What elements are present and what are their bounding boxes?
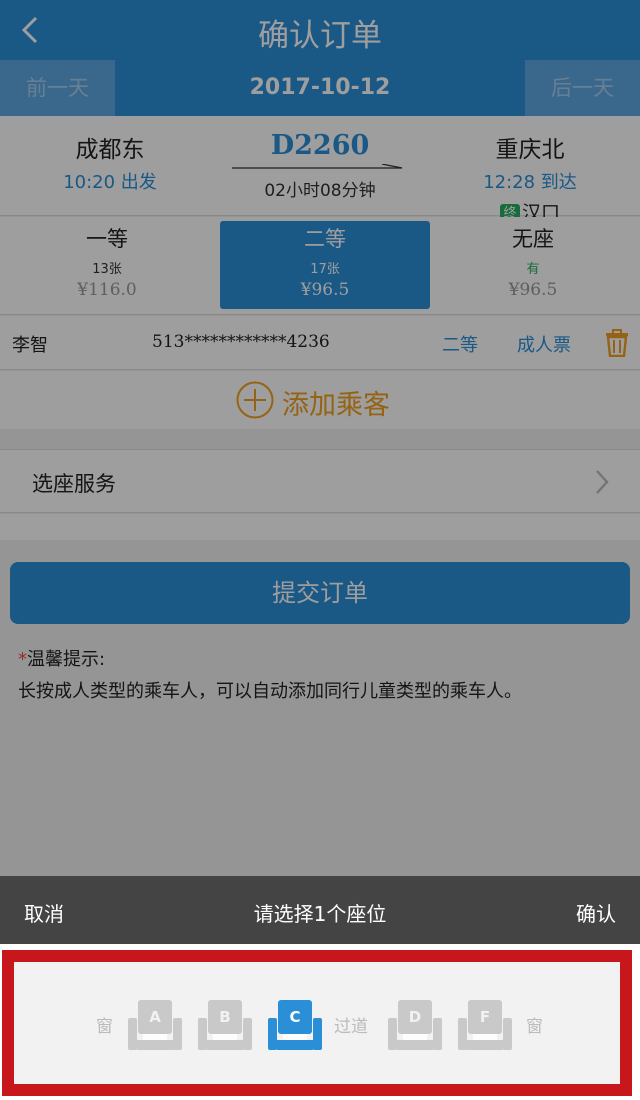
modal-backdrop[interactable] [0, 0, 640, 876]
seat-selection-panel: 窗 A B C 过道 D F 窗 [0, 944, 640, 1100]
aisle-label: 过道 [334, 1017, 368, 1037]
seat-c[interactable]: C [268, 1000, 322, 1052]
seat-a[interactable]: A [128, 1000, 182, 1052]
window-label-right: 窗 [526, 1017, 543, 1037]
seat-letter: C [289, 1008, 301, 1026]
highlight-frame: 窗 A B C 过道 D F 窗 [2, 950, 632, 1096]
window-label-left: 窗 [96, 1017, 113, 1037]
seat-map: 窗 A B C 过道 D F 窗 [14, 962, 620, 1084]
seat-letter: A [149, 1008, 161, 1026]
seat-b[interactable]: B [198, 1000, 252, 1052]
seat-letter: D [408, 1008, 422, 1026]
seat-picker-toolbar: 取消 请选择1个座位 确认 [0, 876, 640, 944]
picker-confirm-button[interactable]: 确认 [576, 898, 616, 927]
seat-letter: B [219, 1008, 231, 1026]
picker-prompt: 请选择1个座位 [253, 902, 387, 926]
seat-d[interactable]: D [388, 1000, 442, 1052]
seat-letter: F [479, 1008, 491, 1026]
seat-f[interactable]: F [458, 1000, 512, 1052]
